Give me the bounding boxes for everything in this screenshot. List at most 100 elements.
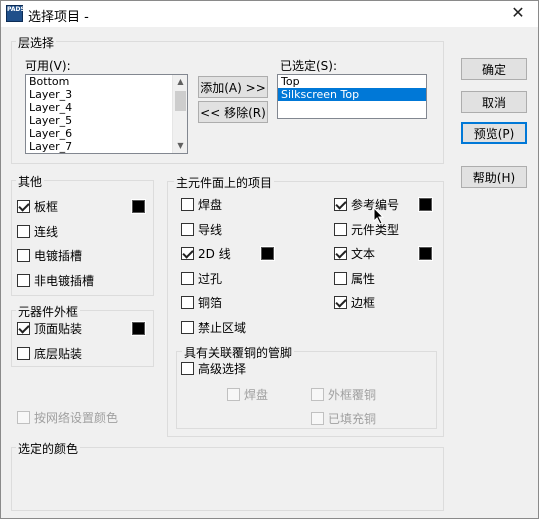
selected-label: 已选定(S): xyxy=(280,59,338,73)
other-item-checkbox[interactable]: 板框 xyxy=(17,198,58,215)
main-left-item-label: 焊盘 xyxy=(198,198,223,212)
main-right-item-label: 文本 xyxy=(351,247,376,261)
main-left-item-checkbox[interactable]: 铜箔 xyxy=(181,294,222,311)
main-right-item-box[interactable] xyxy=(334,222,347,236)
main-left-item-checkbox[interactable]: 导线 xyxy=(181,221,222,238)
other-item-box[interactable] xyxy=(17,249,30,262)
other-item-label: 板框 xyxy=(34,200,59,214)
main-right-item-label: 属性 xyxy=(351,271,376,286)
other-item-box[interactable] xyxy=(17,273,30,287)
preview-button[interactable]: 预览(P) xyxy=(461,122,527,144)
outline-item-label: 底层贴装 xyxy=(34,347,83,361)
main-left-item-checkbox[interactable]: 2D 线 xyxy=(181,245,231,262)
help-button[interactable]: 帮助(H) xyxy=(461,166,527,188)
other-item-box[interactable] xyxy=(17,200,30,213)
cancel-button[interactable]: 取消 xyxy=(461,91,527,113)
copper-pad-label: 焊盘 xyxy=(244,388,269,402)
scroll-down-icon[interactable]: ▼ xyxy=(173,139,187,153)
window-title: 选择项目 - xyxy=(28,10,89,25)
available-scrollbar[interactable]: ▲ ▼ xyxy=(172,75,187,153)
advanced-select-checkbox[interactable]: 高级选择 xyxy=(181,360,246,377)
mouse-pointer-icon xyxy=(373,207,385,225)
main-right-item-checkbox[interactable]: 参考编号 xyxy=(334,196,399,213)
main-left-item-box[interactable] xyxy=(181,247,194,260)
outline-item-color-swatch[interactable] xyxy=(131,321,146,336)
net-color-box[interactable] xyxy=(17,411,30,424)
other-group-label: 其他 xyxy=(16,173,45,190)
other-item-label: 连线 xyxy=(34,224,59,239)
main-left-item-box[interactable] xyxy=(181,296,194,309)
main-right-item-color-swatch[interactable] xyxy=(418,197,433,212)
main-left-item-checkbox[interactable]: 焊盘 xyxy=(181,196,222,213)
component-outline-label: 元器件外框 xyxy=(16,303,81,320)
main-left-item-box[interactable] xyxy=(181,198,194,211)
main-right-item-box[interactable] xyxy=(334,271,347,285)
main-left-item-label: 禁止区域 xyxy=(198,320,247,335)
other-item-checkbox[interactable]: 电镀插槽 xyxy=(17,247,82,264)
selected-layers-list[interactable]: Top Silkscreen Top xyxy=(277,74,427,119)
main-left-item-box[interactable] xyxy=(181,222,194,236)
advanced-select-label: 高级选择 xyxy=(198,362,247,376)
main-right-item-color-swatch[interactable] xyxy=(418,246,433,261)
main-left-item-box[interactable] xyxy=(181,271,194,285)
list-item[interactable]: Layer_6 xyxy=(26,127,187,140)
main-items-label: 主元件面上的项目 xyxy=(174,174,275,191)
main-left-item-label: 铜箔 xyxy=(198,296,223,310)
list-item[interactable]: Layer_3 xyxy=(26,88,187,101)
main-left-item-checkbox[interactable]: 禁止区域 xyxy=(181,319,246,336)
net-color-label: 按网络设置颜色 xyxy=(34,411,119,425)
other-item-checkbox[interactable]: 非电镀插槽 xyxy=(17,272,94,289)
remove-layer-button[interactable]: << 移除(R) xyxy=(198,101,268,123)
filled-pour-box[interactable] xyxy=(311,412,324,425)
other-item-color-swatch[interactable] xyxy=(131,199,146,214)
main-right-item-box[interactable] xyxy=(334,198,347,211)
main-right-item-checkbox[interactable]: 元件类型 xyxy=(334,221,399,238)
title-bar: PADS 选择项目 - ✕ xyxy=(1,1,538,27)
main-right-item-checkbox[interactable]: 边框 xyxy=(334,294,375,311)
select-items-dialog: PADS 选择项目 - ✕ 层选择 可用(V): Bottom Layer_3 La… xyxy=(0,0,539,519)
filled-pour-label: 已填充铜 xyxy=(328,412,377,426)
list-item[interactable]: Layer_5 xyxy=(26,114,187,127)
other-item-label: 电镀插槽 xyxy=(34,249,83,263)
ok-button[interactable]: 确定 xyxy=(461,58,527,80)
outline-item-checkbox[interactable]: 底层贴装 xyxy=(17,345,82,362)
copper-pad-checkbox[interactable]: 焊盘 xyxy=(227,386,268,403)
list-item[interactable]: Layer_4 xyxy=(26,101,187,114)
pads-app-icon: PADS xyxy=(6,5,25,22)
other-item-box[interactable] xyxy=(17,224,30,238)
list-item[interactable]: Bottom xyxy=(26,75,187,88)
outline-item-box[interactable] xyxy=(17,347,30,360)
layer-select-label: 层选择 xyxy=(16,34,57,51)
scroll-up-icon[interactable]: ▲ xyxy=(173,75,187,89)
copper-related-label: 具有关联覆铜的管脚 xyxy=(182,344,295,361)
outline-pour-checkbox[interactable]: 外框覆铜 xyxy=(311,386,376,403)
main-left-item-label: 2D 线 xyxy=(198,247,231,261)
outline-item-box[interactable] xyxy=(17,322,30,335)
main-left-item-checkbox[interactable]: 过孔 xyxy=(181,270,222,287)
main-right-item-label: 边框 xyxy=(351,296,376,310)
main-right-item-box[interactable] xyxy=(334,296,347,309)
main-left-item-box[interactable] xyxy=(181,320,194,334)
list-item[interactable]: Layer_7 xyxy=(26,140,187,153)
other-item-checkbox[interactable]: 连线 xyxy=(17,223,58,240)
copper-pad-box[interactable] xyxy=(227,388,240,401)
main-right-item-checkbox[interactable]: 属性 xyxy=(334,270,375,287)
list-item[interactable]: Silkscreen Top xyxy=(278,88,426,101)
list-item[interactable]: Top xyxy=(278,75,426,88)
outline-pour-box[interactable] xyxy=(311,388,324,401)
close-icon[interactable]: ✕ xyxy=(510,5,526,21)
available-layers-list[interactable]: Bottom Layer_3 Layer_4 Layer_5 Layer_6 Layer_… xyxy=(25,74,188,154)
scroll-thumb[interactable] xyxy=(175,91,186,111)
outline-item-label: 顶面贴装 xyxy=(34,322,83,336)
main-left-item-color-swatch[interactable] xyxy=(260,246,275,261)
net-color-checkbox[interactable]: 按网络设置颜色 xyxy=(17,409,118,426)
main-right-item-checkbox[interactable]: 文本 xyxy=(334,245,375,262)
filled-pour-checkbox[interactable]: 已填充铜 xyxy=(311,410,376,427)
add-layer-button[interactable]: 添加(A) >> xyxy=(198,76,268,98)
outline-pour-label: 外框覆铜 xyxy=(328,388,377,402)
main-right-item-box[interactable] xyxy=(334,247,347,260)
outline-item-checkbox[interactable]: 顶面贴装 xyxy=(17,320,82,337)
available-label: 可用(V): xyxy=(25,59,71,73)
main-left-item-label: 过孔 xyxy=(198,271,223,286)
advanced-select-box[interactable] xyxy=(181,362,194,375)
